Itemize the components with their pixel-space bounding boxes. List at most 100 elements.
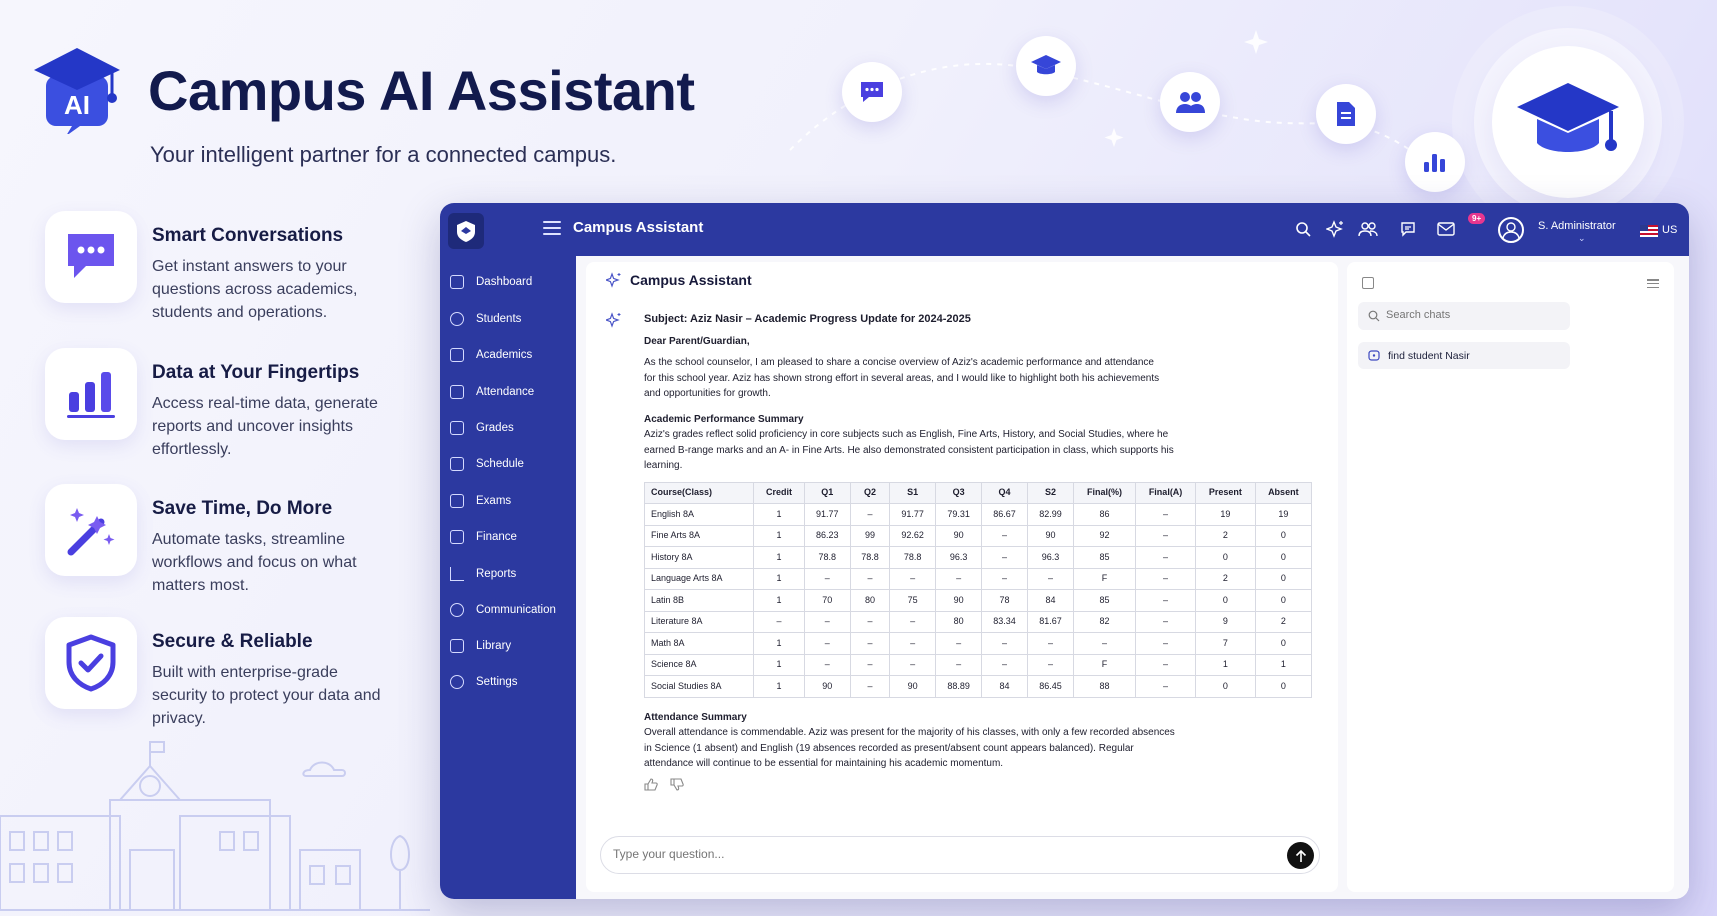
table-cell: Social Studies 8A	[643, 675, 755, 698]
table-header-cell: S2	[1027, 481, 1074, 504]
table-cell: 90	[935, 524, 983, 547]
chat-bubble-icon	[45, 211, 137, 303]
table-cell: 91.77	[803, 503, 851, 526]
mail-icon[interactable]	[1436, 219, 1456, 239]
table-cell: 2	[1195, 524, 1256, 547]
table-cell: –	[981, 546, 1028, 569]
sidebar-item-dashboard[interactable]: Dashboard	[450, 271, 570, 293]
sidebar-item-reports[interactable]: Reports	[450, 563, 570, 585]
table-cell: 1	[1195, 653, 1256, 676]
sidebar-item-label: Academics	[476, 349, 533, 361]
table-cell: 90	[1027, 524, 1074, 547]
table-cell: 86.45	[1027, 675, 1074, 698]
table-cell: 7	[1195, 632, 1256, 655]
table-cell: 1	[753, 653, 805, 676]
table-cell: –	[981, 632, 1028, 655]
table-row: Social Studies 8A 1 90–90 88.89 84 86.45 88–0 0	[643, 675, 1313, 698]
thumbs-up-icon[interactable]	[644, 777, 658, 791]
table-cell: 86.67	[981, 503, 1028, 526]
sidebar-item-attendance[interactable]: Attendance	[450, 381, 570, 403]
sidebar-item-label: Settings	[476, 676, 518, 688]
search-icon[interactable]	[1293, 219, 1313, 239]
table-cell: 1	[753, 503, 805, 526]
table-cell: 9	[1195, 610, 1256, 633]
graduation-cap-icon	[1016, 36, 1076, 96]
search-chats-input[interactable]	[1386, 309, 1556, 321]
table-cell: 78.8	[849, 546, 891, 569]
table-cell: Language Arts 8A	[643, 567, 755, 590]
chat-input[interactable]	[613, 847, 1253, 861]
table-cell: 19	[1195, 503, 1256, 526]
table-cell: –	[803, 653, 851, 676]
table-cell: 80	[849, 589, 891, 612]
table-cell: 1	[753, 632, 805, 655]
table-cell: –	[1134, 567, 1197, 590]
message-greeting: Dear Parent/Guardian,	[644, 335, 750, 347]
new-chat-icon[interactable]	[1362, 277, 1374, 289]
feature-secure-reliable: Secure & Reliable Built with enterprise-…	[45, 617, 445, 727]
gear-icon	[450, 675, 464, 689]
section-heading: Attendance Summary	[644, 711, 747, 723]
table-cell: 85	[1072, 546, 1137, 569]
message-intro: As the school counselor, I am pleased to…	[644, 357, 1160, 399]
school-logo[interactable]	[448, 213, 484, 249]
sidebar-item-grades[interactable]: Grades	[450, 417, 570, 439]
send-button[interactable]	[1287, 842, 1314, 869]
thumbs-down-icon[interactable]	[670, 777, 684, 791]
section-heading: Academic Performance Summary	[644, 413, 804, 425]
avatar[interactable]	[1498, 217, 1524, 243]
table-cell: –	[889, 610, 937, 633]
app-title: Campus Assistant	[573, 219, 704, 236]
table-cell: 83.34	[981, 610, 1028, 633]
language-selector[interactable]: US	[1662, 224, 1677, 236]
graduation-cap-icon	[1492, 46, 1644, 198]
chat-history-item[interactable]: find student Nasir	[1358, 342, 1570, 369]
feature-title: Smart Conversations	[152, 225, 344, 246]
table-cell: –	[1134, 503, 1197, 526]
table-cell: 0	[1254, 632, 1313, 655]
bar-chart-icon	[45, 348, 137, 440]
message-icon[interactable]	[1398, 219, 1418, 239]
assistant-sparkle-icon	[606, 312, 621, 328]
table-cell: 78.8	[803, 546, 851, 569]
sidebar-item-label: Grades	[476, 422, 514, 434]
menu-icon[interactable]	[1647, 279, 1659, 288]
message-subject: Subject: Aziz Nasir – Academic Progress …	[644, 313, 971, 325]
sidebar-item-settings[interactable]: Settings	[450, 671, 570, 693]
table-cell: –	[981, 567, 1028, 590]
sidebar-item-library[interactable]: Library	[450, 635, 570, 657]
table-row: Latin 8B 1 70 80 75 90 78 84 85–0 0	[643, 589, 1313, 612]
sidebar-item-students[interactable]: Students	[450, 308, 570, 330]
users-icon	[1160, 72, 1220, 132]
table-cell: –	[1027, 653, 1074, 676]
sparkle-icon[interactable]	[1325, 219, 1345, 239]
chat-bubble-icon	[842, 62, 902, 122]
search-icon	[1368, 310, 1380, 322]
sidebar-item-academics[interactable]: Academics	[450, 344, 570, 366]
table-cell: 0	[1254, 675, 1313, 698]
table-cell: –	[1134, 610, 1197, 633]
table-cell: –	[1134, 675, 1197, 698]
sidebar-item-exams[interactable]: Exams	[450, 490, 570, 512]
sidebar-item-label: Library	[476, 640, 512, 652]
sidebar-item-finance[interactable]: Finance	[450, 526, 570, 548]
table-cell: –	[1072, 632, 1137, 655]
assistant-message: Subject: Aziz Nasir – Academic Progress …	[624, 300, 1318, 791]
table-cell: 19	[1254, 503, 1313, 526]
page-title: Campus AI Assistant	[148, 59, 695, 122]
table-header-cell: Q3	[935, 481, 983, 504]
user-name[interactable]: S. Administrator	[1538, 220, 1616, 232]
chat-title: Campus Assistant	[630, 272, 752, 288]
sidebar-item-communication[interactable]: Communication	[450, 599, 570, 621]
message-reactions	[644, 777, 1298, 791]
chevron-down-icon[interactable]: ⌄	[1578, 233, 1586, 244]
table-cell: –	[753, 610, 805, 633]
feature-title: Secure & Reliable	[152, 631, 313, 652]
menu-icon[interactable]	[543, 221, 561, 235]
us-flag-icon[interactable]	[1640, 225, 1658, 237]
communication-icon	[450, 603, 464, 617]
users-icon[interactable]	[1358, 219, 1378, 239]
sidebar-item-label: Students	[476, 313, 522, 325]
table-row: Math 8A 1– – – – – – – –7 0	[643, 632, 1313, 655]
sidebar-item-schedule[interactable]: Schedule	[450, 453, 570, 475]
